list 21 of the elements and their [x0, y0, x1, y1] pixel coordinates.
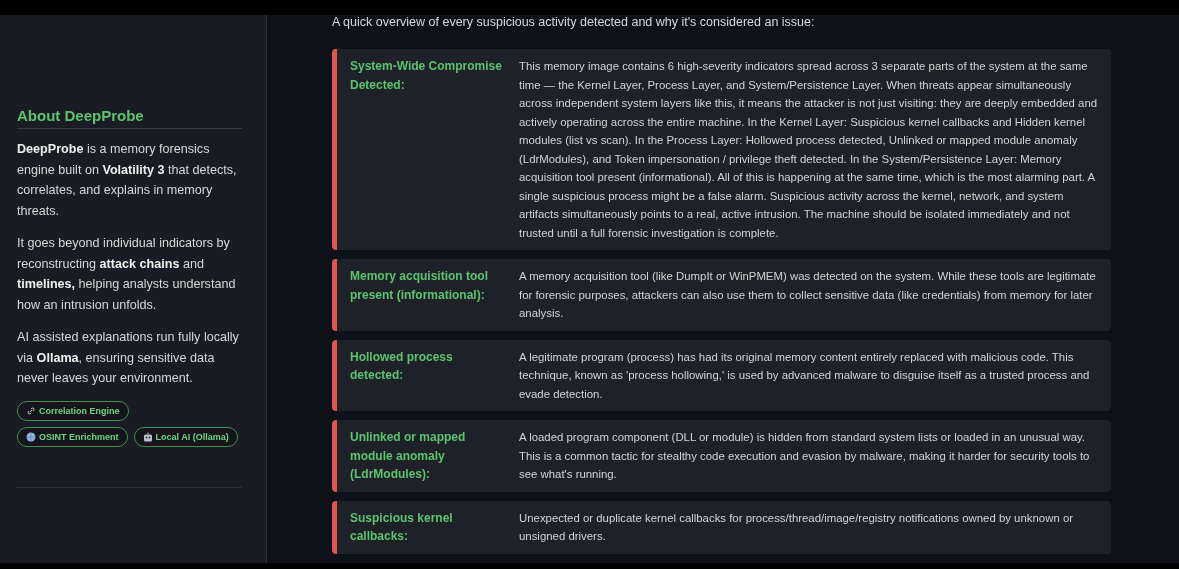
sidebar-paragraph: DeepProbe is a memory forensics engine built on Volatility 3 that detects, correlates, and explains in memory threats. — [17, 141, 238, 220]
finding-description: This memory image contains 6 high-severity indicators spread across 3 separate parts of the system at the same time — the Kernel Layer, Process Layer, and System/Persistence Layer. When threats appear simultaneously across independent system layers like this, it means the attacker is not just visiting: they are deeply embedded and actively operating across the entire machine. In the Kernel Layer: Suspicious kernel callbacks and Hidden kernel modules (list vs scan). In the Process Layer: Hollowed process detected, Unlinked or mapped module anomaly (LdrModules), and Token impersonation / privilege theft detected. In the System/Persistence Layer: Memory acquisition tool present (informational). All of this is happening at the same time, which is the most alarming part. A single suspicious process might be a false alarm. Suspicious activity across the kernel, network, and system artifacts simultaneously points to a real, active intrusion. The machine should be isolated immediately and not trusted until a full forensic investigation is complete. — [519, 59, 1099, 241]
finding-title: System-Wide Compromise Detected: — [350, 58, 503, 94]
finding-description: Unexpected or duplicate kernel callbacks for process/thread/image/registry notifications owned by unknown or unsigned drivers. — [519, 510, 1074, 544]
globe-icon — [26, 431, 36, 442]
finding-description: A memory acquisition tool (like DumpIt or WinPMEM) was detected on the system. While these tools are legitimate for forensic purposes, attackers can also use them to collect sensitive data (like credentials) from memory for later analysis. — [519, 269, 1097, 321]
finding-title: Suspicious kernel callbacks: — [350, 509, 454, 545]
sidebar-paragraph: AI assisted explanations run fully locally via Ollama, ensuring sensitive data never leaves your environment. — [17, 329, 240, 387]
finding-title: Unlinked or mapped module anomaly (LdrModules): — [350, 429, 467, 483]
finding-description: A legitimate program (process) has had its original memory content entirely replaced with malicious code. This technique, known as 'process hollowing,' is used by advanced malware to disguise itself as a trusted process and evade detection. — [519, 349, 1091, 402]
finding-title: Memory acquisition tool present (informational): — [350, 268, 489, 304]
robot-icon — [142, 431, 153, 442]
sidebar-paragraph: It goes beyond individual indicators by reconstructing attack chains and timelines, helping analysts understand how an intrusion unfolds. — [17, 235, 237, 314]
sidebar-heading: About DeepProbe — [17, 107, 242, 129]
finding-title: Hollowed process detected: — [350, 348, 454, 384]
intro-text: A quick overview of every suspicious activity detected and why it's considered an issue: — [332, 15, 816, 29]
finding-description: A loaded program component (DLL or module) is hidden from standard system lists or loaded in an unusual way. This is a common tactic for stealthy code execution and evasion by malware, making it harder for security tools to see what's running. — [519, 430, 1091, 482]
badge-label: OSINT Enrichment — [39, 431, 119, 442]
badge-label: Local AI (Ollama) — [155, 431, 229, 442]
badge-label: Correlation Engine — [39, 405, 120, 416]
link-icon — [26, 405, 36, 416]
